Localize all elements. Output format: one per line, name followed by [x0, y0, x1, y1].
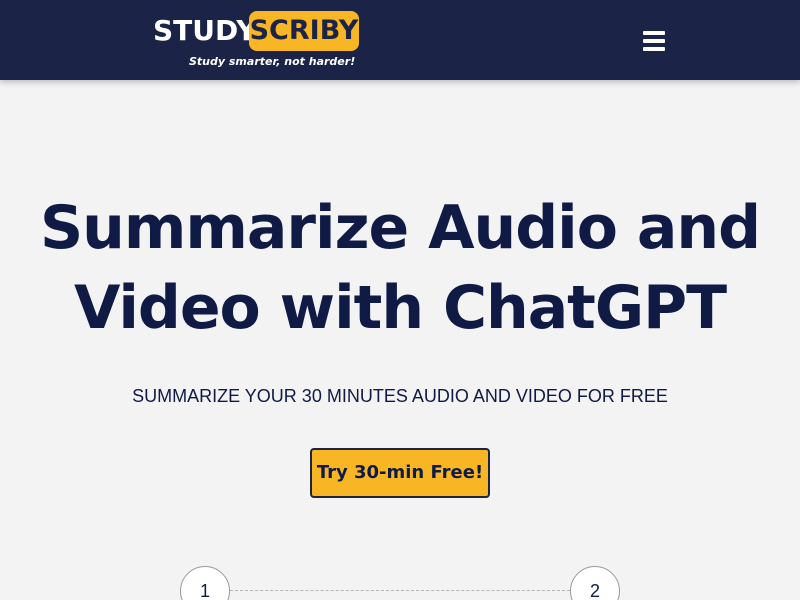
logo-word-study: STUDY	[153, 14, 257, 47]
site-header: STUDY SCRIBY Study smarter, not harder!	[0, 0, 800, 80]
hero-subtitle: SUMMARIZE YOUR 30 MINUTES AUDIO AND VIDE…	[132, 386, 668, 406]
logo-tagline: Study smarter, not harder!	[189, 55, 356, 68]
studyscriby-logo[interactable]: STUDY SCRIBY Study smarter, not harder!	[153, 11, 363, 73]
logo-word-scriby: SCRIBY	[249, 11, 359, 51]
menu-bar	[643, 39, 665, 43]
step-2-circle: 2	[570, 566, 620, 600]
hero-title-line-1: Summarize Audio and	[39, 193, 761, 263]
hamburger-menu-icon[interactable]	[640, 28, 668, 52]
menu-bar	[643, 31, 665, 35]
step-1-circle: 1	[180, 566, 230, 600]
try-free-button[interactable]: Try 30-min Free!	[310, 448, 490, 498]
hero-title-line-2: Video with ChatGPT	[73, 273, 727, 343]
steps-indicator: 1 2	[0, 566, 800, 600]
hero-title: Summarize Audio and Video with ChatGPT	[0, 188, 800, 348]
step-connector-line	[230, 590, 570, 591]
menu-bar	[643, 47, 665, 51]
